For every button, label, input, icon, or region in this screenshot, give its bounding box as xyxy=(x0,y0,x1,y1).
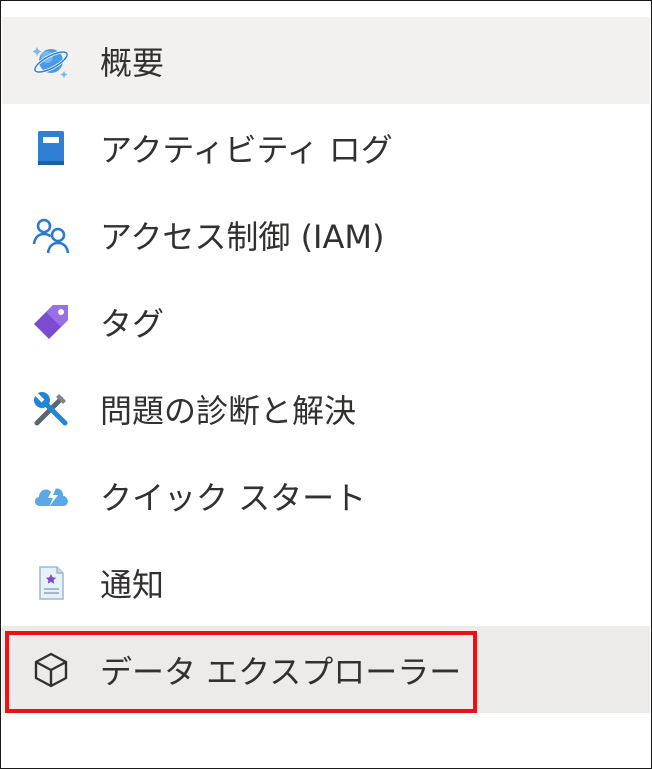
menu-item-notifications[interactable]: 通知 xyxy=(2,539,650,626)
menu-item-label: 通知 xyxy=(100,565,165,604)
menu-item-label: クイック スタート xyxy=(100,478,367,517)
menu-item-access-control[interactable]: アクセス制御 (IAM) xyxy=(2,191,650,278)
menu-item-label: 問題の診断と解決 xyxy=(100,391,357,430)
cloud-lightning-icon xyxy=(31,476,71,516)
cosmos-db-icon xyxy=(31,41,71,81)
menu-item-activity-log[interactable]: アクティビティ ログ xyxy=(2,104,650,191)
menu-item-quickstart[interactable]: クイック スタート xyxy=(2,452,650,539)
tag-icon xyxy=(31,302,71,342)
activity-log-icon xyxy=(31,128,71,168)
menu-item-tags[interactable]: タグ xyxy=(2,278,650,365)
menu-item-label: 概要 xyxy=(100,43,165,82)
menu-item-overview[interactable]: 概要 xyxy=(2,17,650,104)
notification-document-icon xyxy=(31,563,71,603)
cube-icon xyxy=(31,650,71,690)
resource-menu: 概要 アクティビティ ログ アクセス制御 (IAM) タグ 問題の診断と解決 ク… xyxy=(2,17,650,713)
menu-item-data-explorer[interactable]: データ エクスプローラー xyxy=(2,626,650,713)
resource-menu-panel: 概要 アクティビティ ログ アクセス制御 (IAM) タグ 問題の診断と解決 ク… xyxy=(0,0,652,769)
menu-item-diagnose[interactable]: 問題の診断と解決 xyxy=(2,365,650,452)
people-icon xyxy=(31,215,71,255)
menu-item-label: データ エクスプローラー xyxy=(100,652,462,691)
menu-item-label: アクティビティ ログ xyxy=(100,130,393,169)
menu-item-label: アクセス制御 (IAM) xyxy=(100,217,385,256)
wrench-screwdriver-icon xyxy=(31,389,71,429)
menu-item-label: タグ xyxy=(100,304,165,343)
